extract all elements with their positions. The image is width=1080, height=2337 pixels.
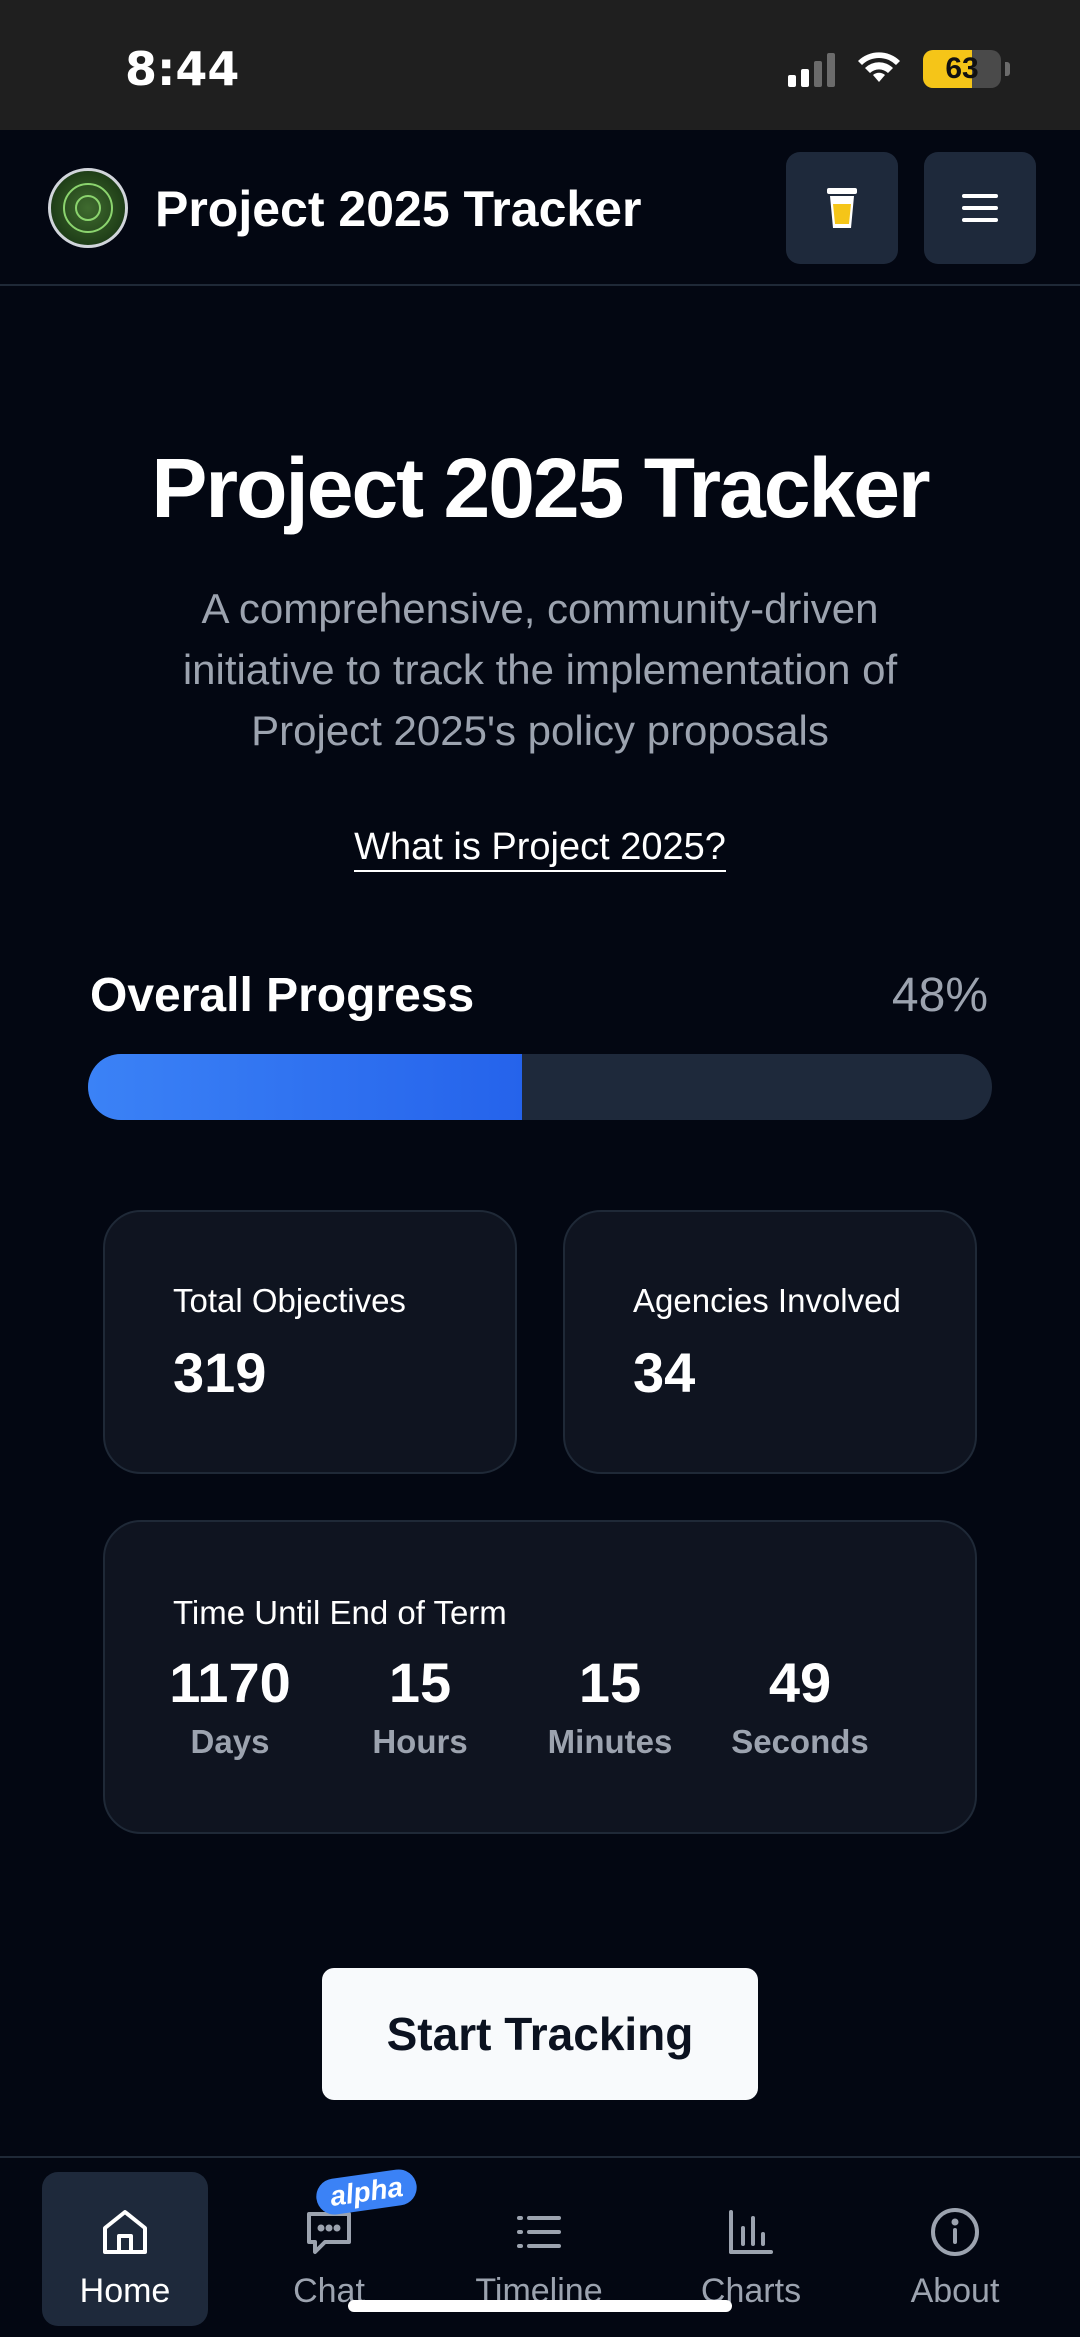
what-is-project-link[interactable]: What is Project 2025? [354, 826, 726, 872]
countdown-card: Time Until End of Term 1170 Days 15 Hour… [103, 1520, 977, 1834]
signal-icon [788, 51, 835, 87]
what-is-project-link-wrap: What is Project 2025? [0, 826, 1080, 872]
progress-percent: 48% [891, 969, 988, 1022]
list-icon [517, 2216, 561, 2248]
progress-label: Overall Progress [90, 969, 475, 1022]
countdown-label: Time Until End of Term [173, 1594, 507, 1631]
countdown-value: 49 [768, 1651, 832, 1714]
progress-bar [88, 1054, 992, 1120]
countdown-unit-label: Hours [372, 1723, 468, 1760]
total-objectives-card: Total Objectives 319 [103, 1210, 517, 1474]
stat-label: Agencies Involved [633, 1282, 901, 1319]
agencies-involved-card: Agencies Involved 34 [563, 1210, 977, 1474]
countdown-unit-label: Seconds [731, 1723, 869, 1760]
wifi-icon [858, 52, 900, 82]
nav-item-about[interactable]: About [872, 2172, 1038, 2326]
countdown-minutes: 15 Minutes [515, 1650, 705, 1761]
countdown-days: 1170 Days [135, 1650, 325, 1761]
progress-bar-fill [88, 1054, 522, 1120]
nav-item-home[interactable]: Home [42, 2172, 208, 2326]
header-title[interactable]: Project 2025 Tracker [155, 180, 641, 238]
bar-chart-icon [729, 2210, 773, 2254]
home-indicator[interactable] [348, 2300, 732, 2312]
app-header: Project 2025 Tracker [0, 130, 1080, 286]
info-icon [931, 2208, 979, 2256]
buy-me-a-coffee-button[interactable] [786, 152, 898, 264]
battery-icon: 63 [923, 50, 1001, 88]
stat-value: 34 [633, 1341, 696, 1404]
home-icon [103, 2210, 147, 2254]
battery-level: 63 [945, 52, 979, 85]
stat-value: 319 [173, 1341, 267, 1404]
start-tracking-button[interactable]: Start Tracking [322, 1968, 758, 2100]
countdown-value: 15 [388, 1651, 452, 1714]
countdown-unit-label: Minutes [547, 1723, 673, 1760]
countdown-hours: 15 Hours [325, 1650, 515, 1761]
hero-subtitle: A comprehensive, community-driven initia… [182, 585, 898, 754]
hamburger-icon [962, 194, 998, 222]
countdown-value: 15 [578, 1651, 642, 1714]
nav-label: Home [79, 2272, 171, 2310]
countdown-unit-label: Days [190, 1723, 270, 1760]
countdown-value: 1170 [169, 1651, 291, 1714]
menu-button[interactable] [924, 152, 1036, 264]
status-icons: 63 [788, 50, 1010, 88]
radar-logo-icon[interactable] [48, 168, 128, 248]
countdown-seconds: 49 Seconds [705, 1650, 895, 1761]
hero-title: Project 2025 Tracker [151, 441, 930, 535]
stat-label: Total Objectives [173, 1282, 406, 1319]
status-time: 8:44 [125, 42, 240, 96]
countdown-timer: 1170 Days 15 Hours 15 Minutes 49 Seconds [135, 1650, 955, 1761]
nav-label: About [910, 2272, 1000, 2310]
status-bar: 8:44 63 [0, 0, 1080, 130]
coffee-cup-icon [827, 188, 857, 228]
